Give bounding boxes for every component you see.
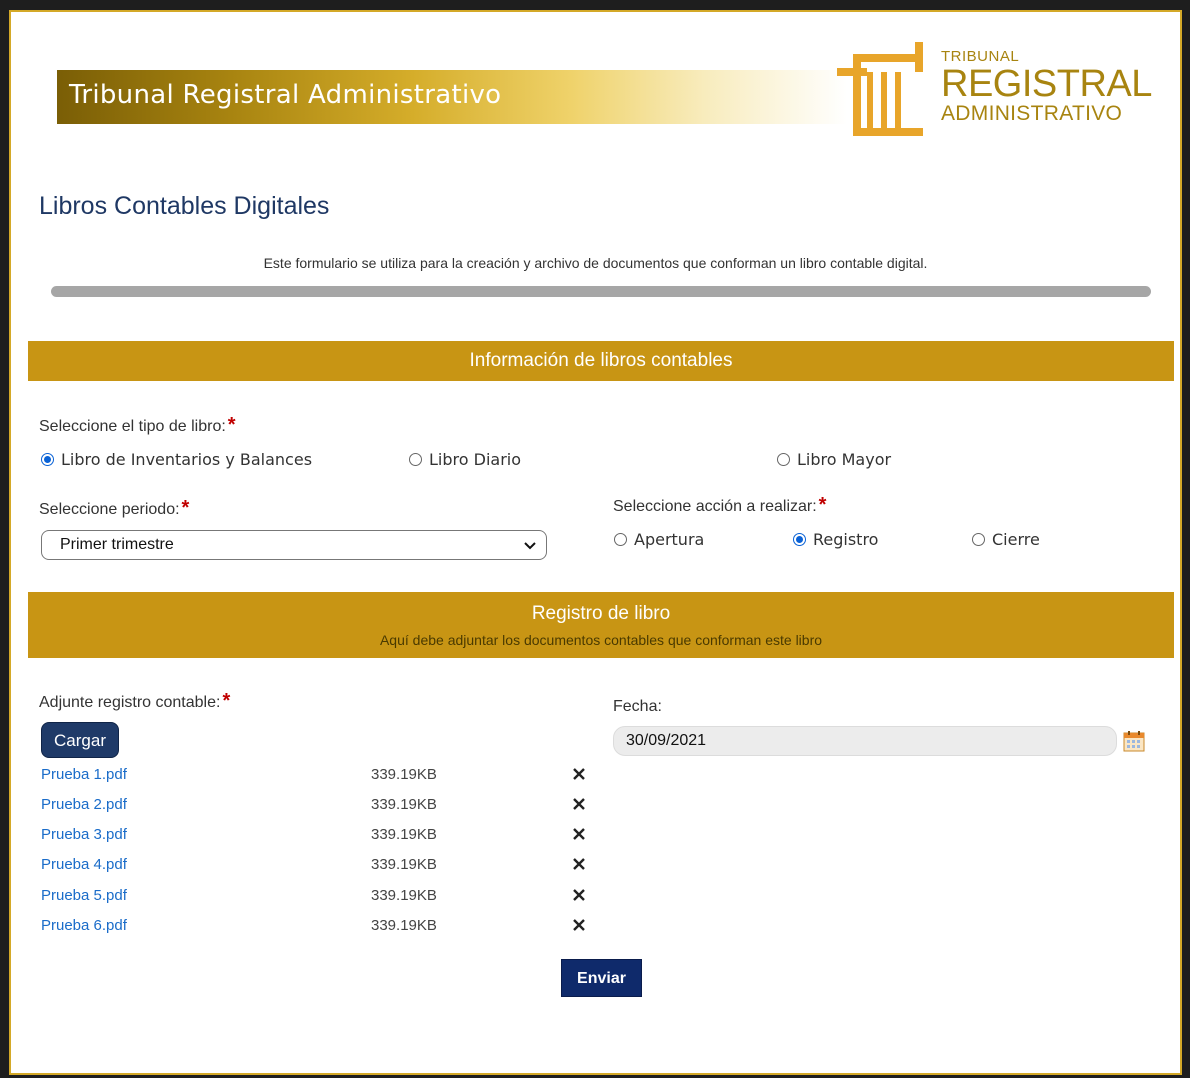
file-row: Prueba 2.pdf 339.19KB	[41, 796, 601, 818]
remove-file-icon[interactable]	[571, 917, 587, 933]
banner-title: Tribunal Registral Administrativo	[69, 80, 502, 110]
section-header-info: Información de libros contables	[28, 341, 1174, 381]
file-link[interactable]: Prueba 6.pdf	[41, 917, 127, 934]
book-type-label: Seleccione el tipo de libro: *	[39, 414, 236, 436]
page-description: Este formulario se utiliza para la creac…	[263, 255, 928, 271]
upload-button[interactable]: Cargar	[41, 722, 119, 758]
file-size: 339.19KB	[371, 826, 437, 843]
file-row: Prueba 5.pdf 339.19KB	[41, 887, 601, 909]
radio-libro-mayor[interactable]: Libro Mayor	[777, 450, 891, 469]
radio-apertura[interactable]: Apertura	[614, 530, 704, 549]
section-header-registro: Registro de libro Aquí debe adjuntar los…	[28, 592, 1174, 658]
file-link[interactable]: Prueba 3.pdf	[41, 826, 127, 843]
chevron-down-icon	[524, 542, 536, 550]
remove-file-icon[interactable]	[571, 887, 587, 903]
file-row: Prueba 6.pdf 339.19KB	[41, 917, 601, 939]
form-page: Tribunal Registral Administrativo TRIBUN…	[9, 10, 1182, 1075]
radio-button[interactable]	[777, 453, 790, 466]
radio-button[interactable]	[972, 533, 985, 546]
radio-button[interactable]	[409, 453, 422, 466]
file-size: 339.19KB	[371, 766, 437, 783]
radio-registro[interactable]: Registro	[793, 530, 878, 549]
progress-bar	[51, 286, 1151, 297]
file-size: 339.19KB	[371, 856, 437, 873]
section-subtitle: Aquí debe adjuntar los documentos contab…	[379, 632, 823, 648]
remove-file-icon[interactable]	[571, 826, 587, 842]
file-row: Prueba 3.pdf 339.19KB	[41, 826, 601, 848]
file-row: Prueba 4.pdf 339.19KB	[41, 856, 601, 878]
file-link[interactable]: Prueba 2.pdf	[41, 796, 127, 813]
remove-file-icon[interactable]	[571, 796, 587, 812]
file-size: 339.19KB	[371, 796, 437, 813]
remove-file-icon[interactable]	[571, 766, 587, 782]
remove-file-icon[interactable]	[571, 856, 587, 872]
radio-button[interactable]	[793, 533, 806, 546]
action-label: Seleccione acción a realizar: *	[613, 494, 827, 516]
radio-libro-diario[interactable]: Libro Diario	[409, 450, 521, 469]
logo-text: TRIBUNAL REGISTRAL ADMINISTRATIVO	[941, 48, 1152, 125]
file-size: 339.19KB	[371, 887, 437, 904]
radio-cierre[interactable]: Cierre	[972, 530, 1040, 549]
logo-columns-icon	[837, 42, 923, 136]
attach-label: Adjunte registro contable: *	[39, 690, 231, 712]
page-title: Libros Contables Digitales	[39, 192, 330, 220]
radio-button[interactable]	[41, 453, 54, 466]
radio-libro-inventarios[interactable]: Libro de Inventarios y Balances	[41, 450, 312, 469]
file-row: Prueba 1.pdf 339.19KB	[41, 766, 601, 788]
date-input[interactable]: 30/09/2021	[613, 726, 1117, 756]
section-title: Registro de libro	[531, 603, 671, 624]
radio-button[interactable]	[614, 533, 627, 546]
period-select[interactable]: Primer trimestre	[41, 530, 547, 560]
header-banner: Tribunal Registral Administrativo	[57, 70, 847, 124]
submit-button[interactable]: Enviar	[561, 959, 642, 997]
period-label: Seleccione periodo: *	[39, 497, 190, 519]
file-size: 339.19KB	[371, 917, 437, 934]
date-label: Fecha:	[613, 698, 662, 715]
file-link[interactable]: Prueba 5.pdf	[41, 887, 127, 904]
file-link[interactable]: Prueba 4.pdf	[41, 856, 127, 873]
file-link[interactable]: Prueba 1.pdf	[41, 766, 127, 783]
calendar-icon[interactable]	[1123, 730, 1145, 752]
